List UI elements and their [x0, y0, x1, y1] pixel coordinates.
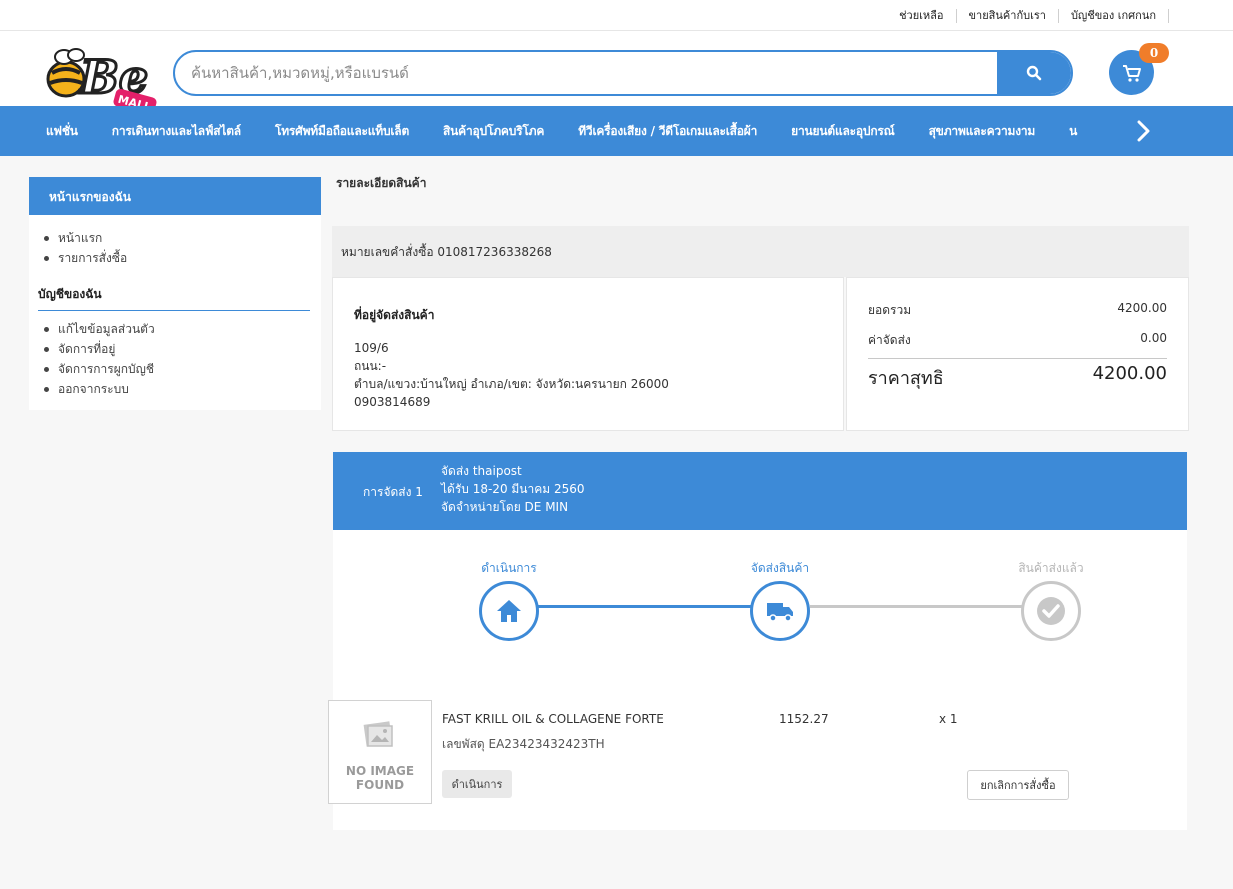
top-bar: ช่วยเหลือ ขายสินค้ากับเรา บัญชีของ เกศกน… — [0, 0, 1233, 31]
subtotal-value: 4200.00 — [1117, 301, 1167, 315]
sidebar-item-home[interactable]: หน้าแรก — [43, 228, 127, 248]
cancel-order-button[interactable]: ยกเลิกการสั่งซื้อ — [967, 770, 1069, 800]
sidebar-item-linked-accounts[interactable]: จัดการการผูกบัญชี — [44, 359, 155, 379]
account-link[interactable]: บัญชีของ เกศกนก — [1059, 9, 1169, 23]
top-links: ช่วยเหลือ ขายสินค้ากับเรา บัญชีของ เกศกน… — [887, 9, 1169, 23]
address-line: ถนน:- — [354, 359, 387, 373]
subtotal-row: ยอดรวม 4200.00 — [868, 301, 1167, 320]
product-image-placeholder: NO IMAGE FOUND — [328, 700, 432, 804]
no-image-line-2: FOUND — [355, 778, 405, 792]
total-value: 4200.00 — [1092, 363, 1167, 384]
sidebar-item-orders[interactable]: รายการสั่งซื้อ — [43, 248, 127, 268]
product-tracking-number: เลขพัสดุ EA23423432423TH — [442, 737, 605, 751]
sidebar: หน้าแรก รายการสั่งซื้อ บัญชีของฉัน แก้ไข… — [29, 215, 321, 410]
address-line: 109/6 — [354, 341, 389, 355]
order-number: หมายเลขคำสั่งซื้อ 010817236338268 — [332, 226, 1189, 277]
chevron-right-icon[interactable] — [1131, 119, 1155, 143]
shipping-fee-label: ค่าจัดส่ง — [868, 333, 911, 347]
shipment-seller: จัดจำหน่ายโดย DE MIN — [441, 500, 569, 514]
nav-item-travel-lifestyle[interactable]: การเดินทางและไลฟ์สไตล์ — [95, 122, 258, 141]
nav-item-tv-audio[interactable]: ทีวีเครื่องเสียง / วีดีโอเกมและเสื้อผ้า — [561, 122, 774, 141]
step-label-processing: ดำเนินการ — [481, 561, 537, 575]
sell-with-us-link[interactable]: ขายสินค้ากับเรา — [957, 9, 1059, 23]
category-nav: แฟชั่น การเดินทางและไลฟ์สไตล์ โทรศัพท์มื… — [0, 106, 1233, 156]
sidebar-item-edit-profile[interactable]: แก้ไขข้อมูลส่วนตัว — [44, 319, 155, 339]
nav-item-more[interactable]: น — [1052, 122, 1094, 141]
sidebar-item-linked-accounts-label[interactable]: จัดการการผูกบัญชี — [58, 362, 154, 376]
page-title: รายละเอียดสินค้า — [336, 176, 427, 190]
sidebar-menu: หน้าแรก รายการสั่งซื้อ — [43, 228, 127, 268]
account-menu: แก้ไขข้อมูลส่วนตัว จัดการที่อยู่ จัดการก… — [44, 319, 155, 399]
search-button[interactable] — [997, 52, 1071, 94]
nav-item-fashion[interactable]: แฟชั่น — [29, 122, 95, 141]
progress-line-pending — [810, 605, 1024, 608]
image-placeholder-icon — [363, 721, 393, 747]
shipment-label: การจัดส่ง 1 — [363, 485, 423, 499]
sidebar-item-logout-label[interactable]: ออกจากระบบ — [58, 382, 129, 396]
nav-items: แฟชั่น การเดินทางและไลฟ์สไตล์ โทรศัพท์มื… — [29, 106, 1121, 156]
sidebar-item-addresses[interactable]: จัดการที่อยู่ — [44, 339, 155, 359]
nav-item-mobile-tablet[interactable]: โทรศัพท์มือถือและแท็บเล็ต — [258, 122, 426, 141]
product-name: FAST KRILL OIL & COLLAGENE FORTE — [442, 712, 664, 726]
progress-line-complete — [538, 605, 756, 608]
account-section-title: บัญชีของฉัน — [38, 285, 310, 311]
sidebar-item-logout[interactable]: ออกจากระบบ — [44, 379, 155, 399]
truck-icon — [767, 603, 793, 622]
nav-item-consumer-goods[interactable]: สินค้าอุปโภคบริโภค — [426, 122, 561, 141]
shipping-address-lines: 109/6 ถนน:- ตำบล/แขวง:บ้านใหญ่ อำเภอ/เขต… — [354, 339, 669, 411]
cart-icon — [1122, 64, 1141, 82]
status-badge: ดำเนินการ — [442, 770, 512, 798]
shipping-address-panel: ที่อยู่จัดส่งสินค้า 109/6 ถนน:- ตำบล/แขว… — [332, 277, 844, 431]
shipping-fee-value: 0.00 — [1140, 331, 1167, 345]
nav-item-automotive[interactable]: ยานยนต์และอุปกรณ์ — [774, 122, 911, 141]
order-summary-panel: ยอดรวม 4200.00 ค่าจัดส่ง 0.00 ราคาสุทธิ … — [846, 277, 1189, 431]
check-icon — [1037, 597, 1065, 625]
product-price: 1152.27 — [779, 712, 829, 726]
step-shipping — [750, 581, 810, 641]
header: Be MALL 0 — [0, 31, 1233, 116]
search-bar — [173, 50, 1073, 96]
address-phone: 0903814689 — [354, 395, 431, 409]
step-delivered — [1021, 581, 1081, 641]
shipment-carrier: จัดส่ง thaipost — [441, 464, 522, 478]
home-icon — [497, 600, 521, 622]
help-link[interactable]: ช่วยเหลือ — [887, 9, 957, 23]
step-label-delivered: สินค้าส่งแล้ว — [1018, 561, 1084, 575]
step-processing — [479, 581, 539, 641]
sidebar-item-edit-profile-label[interactable]: แก้ไขข้อมูลส่วนตัว — [58, 322, 155, 336]
sidebar-item-addresses-label[interactable]: จัดการที่อยู่ — [58, 342, 115, 356]
search-icon — [1026, 65, 1042, 81]
total-row: ราคาสุทธิ 4200.00 — [868, 358, 1167, 392]
cart-count-badge: 0 — [1139, 43, 1169, 63]
sidebar-item-home-label[interactable]: หน้าแรก — [58, 231, 102, 245]
no-image-line-1: NO IMAGE — [345, 764, 415, 778]
shipment-info: จัดส่ง thaipost ได้รับ 18-20 มีนาคม 2560… — [441, 462, 585, 516]
product-quantity: x 1 — [939, 712, 958, 726]
sidebar-item-orders-label[interactable]: รายการสั่งซื้อ — [58, 251, 127, 265]
nav-item-health-beauty[interactable]: สุขภาพและความงาม — [912, 122, 1053, 141]
shipping-fee-row: ค่าจัดส่ง 0.00 — [868, 331, 1167, 350]
sidebar-header[interactable]: หน้าแรกของฉัน — [29, 177, 321, 215]
shipment-header: การจัดส่ง 1 จัดส่ง thaipost ได้รับ 18-20… — [333, 452, 1187, 530]
shipment-eta: ได้รับ 18-20 มีนาคม 2560 — [441, 482, 585, 496]
step-label-shipping: จัดส่งสินค้า — [750, 561, 810, 575]
search-input[interactable] — [175, 52, 1001, 94]
total-label: ราคาสุทธิ — [868, 368, 944, 389]
no-image-text: NO IMAGE FOUND — [329, 764, 431, 792]
subtotal-label: ยอดรวม — [868, 303, 912, 317]
address-line: ตำบล/แขวง:บ้านใหญ่ อำเภอ/เขต: จังหวัด:นค… — [354, 377, 669, 391]
shipping-address-title: ที่อยู่จัดส่งสินค้า — [354, 308, 435, 322]
